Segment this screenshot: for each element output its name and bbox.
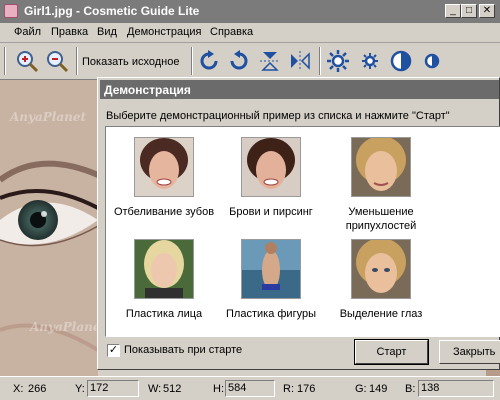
status-y-value: 172 — [87, 380, 139, 397]
demo-gallery: Отбеливание зубов Брови и пирсинг Уменьш… — [105, 126, 500, 337]
dialog-instruction: Выберите демонстрационный пример из спис… — [106, 110, 450, 122]
show-at-start-label[interactable]: Показывать при старте — [124, 344, 242, 356]
maximize-button[interactable]: □ — [461, 4, 477, 18]
menu-bar: Файл Правка Вид Демонстрация Справка — [0, 23, 500, 43]
zoom-in-icon[interactable] — [14, 48, 40, 74]
demo-item-label: Пластика фигуры — [226, 308, 316, 320]
toolbar-separator — [319, 47, 321, 75]
contrast-icon[interactable] — [388, 48, 414, 74]
menu-file[interactable]: Файл — [14, 26, 41, 38]
brightness-icon[interactable] — [325, 48, 351, 74]
flip-horizontal-icon[interactable] — [287, 48, 313, 74]
menu-edit[interactable]: Правка — [51, 26, 88, 38]
demo-item-teeth[interactable]: Отбеливание зубов — [104, 137, 224, 219]
demo-thumbnail — [241, 137, 301, 197]
toolbar: Показать исходное — [0, 43, 500, 80]
demo-item-brows[interactable]: Брови и пирсинг — [211, 137, 331, 219]
demo-item-label: Пластика лица — [125, 308, 203, 320]
dialog-title: Демонстрация — [100, 80, 499, 99]
demo-thumbnail — [241, 239, 301, 299]
start-button[interactable]: Старт — [354, 339, 429, 365]
toolbar-grip — [4, 47, 6, 75]
menu-view[interactable]: Вид — [97, 26, 117, 38]
minimize-button[interactable]: _ — [445, 4, 461, 18]
status-r-label: R: — [283, 383, 294, 395]
menu-help[interactable]: Справка — [210, 26, 253, 38]
demo-item-label: Выделение глаз — [339, 308, 423, 320]
status-h-label: H: — [213, 383, 224, 395]
close-button[interactable]: Закрыть — [439, 340, 500, 364]
brightness-small-icon[interactable] — [357, 48, 383, 74]
app-icon — [4, 4, 18, 18]
toolbar-separator — [191, 47, 193, 75]
status-w-value: 512 — [163, 383, 182, 395]
show-original-button[interactable]: Показать исходное — [82, 56, 179, 68]
demo-item-puffiness[interactable]: Уменьшение припухлостей — [321, 137, 441, 233]
status-x-label: X: — [13, 383, 24, 395]
eye-photo-image — [0, 80, 98, 376]
demo-item-face[interactable]: Пластика лица — [104, 239, 224, 321]
demo-thumbnail — [351, 239, 411, 299]
status-h-value: 584 — [225, 380, 275, 397]
status-w-label: W: — [148, 383, 162, 395]
flip-vertical-icon[interactable] — [257, 48, 283, 74]
demo-item-figure[interactable]: Пластика фигуры — [211, 239, 331, 321]
zoom-out-icon[interactable] — [44, 48, 70, 74]
main-photo[interactable]: AnyaPlanet AnyaPlanet — [0, 80, 98, 376]
demo-dialog: Демонстрация Выберите демонстрационный п… — [97, 77, 500, 370]
demo-item-eyes[interactable]: Выделение глаз — [321, 239, 441, 321]
window-title: Girl1.jpg - Cosmetic Guide Lite — [24, 4, 200, 18]
status-y-label: Y: — [75, 383, 85, 395]
close-window-button[interactable]: ✕ — [479, 4, 495, 18]
status-b-label: B: — [405, 383, 416, 395]
window-titlebar: Girl1.jpg - Cosmetic Guide Lite _ □ ✕ — [0, 0, 500, 23]
demo-thumbnail — [351, 137, 411, 197]
status-b-value: 138 — [418, 380, 494, 397]
show-at-start-checkbox[interactable]: ✓ — [107, 344, 120, 357]
demo-item-label: Отбеливание зубов — [113, 206, 215, 218]
rotate-cw-icon[interactable] — [196, 48, 222, 74]
demo-thumbnail — [134, 239, 194, 299]
demo-item-label: Брови и пирсинг — [229, 206, 313, 218]
toolbar-separator — [76, 47, 78, 75]
demo-thumbnail — [134, 137, 194, 197]
status-x-value: 266 — [28, 383, 47, 395]
demo-item-label: Уменьшение припухлостей — [345, 206, 417, 232]
status-r-value: 176 — [297, 383, 316, 395]
rotate-ccw-icon[interactable] — [226, 48, 252, 74]
menu-demo[interactable]: Демонстрация — [127, 26, 202, 38]
contrast-small-icon[interactable] — [419, 48, 445, 74]
status-bar: X: 266 Y: 172 W: 512 H: 584 R: 176 G: 14… — [0, 376, 500, 400]
status-g-value: 149 — [369, 383, 388, 395]
status-g-label: G: — [355, 383, 367, 395]
